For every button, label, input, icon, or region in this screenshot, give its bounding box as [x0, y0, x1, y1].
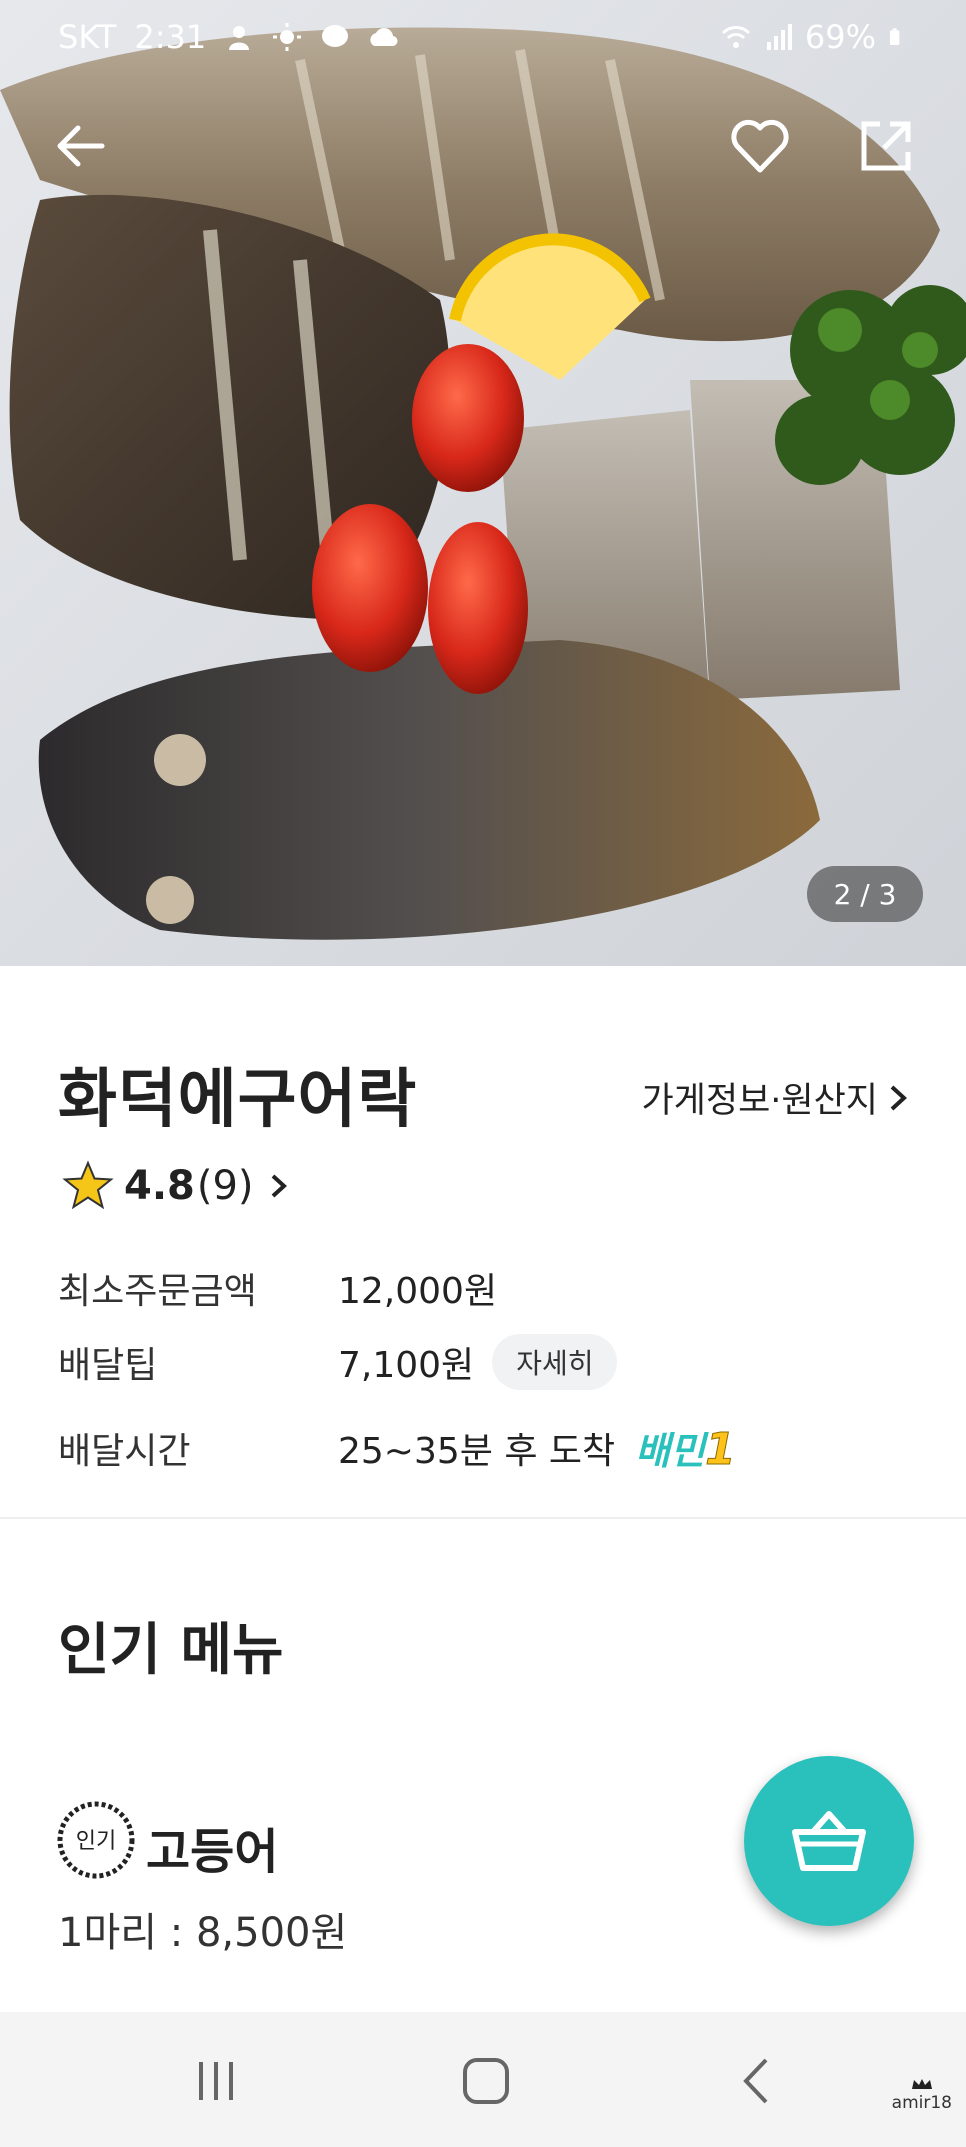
- min-order-row: 최소주문금액 12,000원: [58, 1262, 497, 1314]
- delivery-tip-label: 배달팁: [58, 1345, 158, 1386]
- recent-apps-icon: [199, 2062, 233, 2100]
- back-button[interactable]: [44, 110, 116, 182]
- baemin1-badge: 배민1: [635, 1420, 737, 1476]
- min-order-value: 12,000원: [338, 1271, 498, 1312]
- popular-menu-title: 인기 메뉴: [58, 1618, 284, 1683]
- delivery-time-value: 25~35분 후 도착: [338, 1430, 616, 1472]
- watermark-text: amir18: [891, 2093, 952, 2113]
- hero-image[interactable]: SKT 2:31 69% 2 / 3: [0, 0, 966, 966]
- crown-icon: [911, 2079, 932, 2089]
- heart-icon: [731, 119, 789, 173]
- basket-icon: [792, 1811, 866, 1871]
- chevron-right-icon: [890, 1085, 907, 1110]
- menu-item-price: 1마리 : 8,500원: [58, 1910, 348, 1956]
- star-icon: [62, 1160, 114, 1210]
- home-icon: [463, 2058, 509, 2104]
- share-icon: [861, 121, 911, 171]
- cloud-icon: [370, 28, 398, 47]
- delivery-tip-row: 배달팁 7,100원 자세히: [58, 1334, 618, 1390]
- fish-photo: [0, 0, 966, 966]
- menu-item[interactable]: 인기 고등어 1마리 : 8,500원: [56, 1800, 656, 1970]
- store-name: 화덕에구어락: [58, 1063, 418, 1137]
- share-button[interactable]: [850, 110, 922, 182]
- menu-item-name: 고등어: [146, 1824, 279, 1880]
- clock: 2:31: [134, 18, 207, 56]
- delivery-time-label: 배달시간: [58, 1430, 191, 1472]
- popular-badge-text: 인기: [76, 1829, 116, 1854]
- system-nav-bar: [0, 2012, 966, 2147]
- delivery-time-row: 배달시간 25~35분 후 도착 배민1: [58, 1420, 737, 1476]
- section-divider: [0, 1517, 966, 1519]
- popular-badge-icon: 인기: [57, 1801, 135, 1879]
- signal-icon: [766, 24, 792, 50]
- chevron-right-icon: [271, 1174, 287, 1198]
- store-info-link[interactable]: 가게정보·원산지: [641, 1072, 908, 1123]
- rating-link[interactable]: 4.8 (9): [62, 1160, 288, 1212]
- baemin1-text: 배민: [635, 1429, 706, 1473]
- carrier-label: SKT: [58, 18, 117, 56]
- favorite-button[interactable]: [724, 110, 796, 182]
- back-arrow-icon: [57, 125, 105, 167]
- wifi-icon: [721, 26, 750, 48]
- min-order-label: 최소주문금액: [58, 1271, 257, 1312]
- rating-score: 4.8: [124, 1163, 195, 1209]
- delivery-tip-detail-button[interactable]: 자세히: [492, 1334, 618, 1390]
- person-icon: [229, 26, 250, 50]
- delivery-tip-value: 7,100원: [338, 1345, 475, 1386]
- store-info-label: 가게정보·원산지: [641, 1081, 878, 1121]
- status-bar: SKT 2:31 69%: [0, 0, 966, 78]
- recent-apps-button[interactable]: [181, 2046, 251, 2116]
- system-back-button[interactable]: [721, 2046, 791, 2116]
- chevron-left-icon: [743, 2058, 768, 2104]
- baemin1-number: 1: [705, 1424, 737, 1476]
- cart-button[interactable]: [744, 1756, 914, 1926]
- sun-icon: [273, 23, 302, 51]
- chat-icon: [322, 25, 349, 47]
- home-button[interactable]: [451, 2046, 521, 2116]
- watermark: amir18: [892, 2076, 952, 2112]
- battery-icon: [890, 28, 900, 45]
- battery-percent: 69%: [804, 18, 876, 56]
- review-count: (9): [196, 1163, 254, 1209]
- image-counter: 2 / 3: [807, 866, 923, 922]
